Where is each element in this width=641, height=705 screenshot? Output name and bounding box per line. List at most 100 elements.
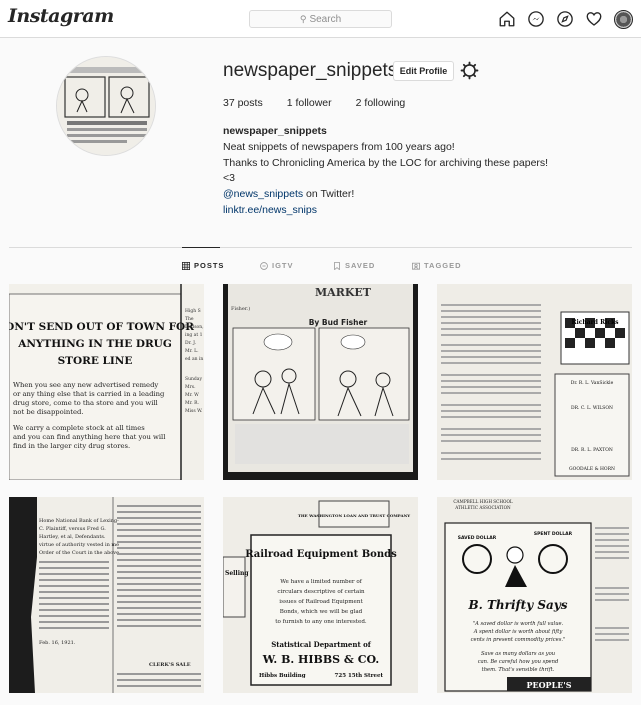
comic-byline: By Bud Fisher — [309, 318, 368, 327]
ad-body: find in the larger city drug stores. — [13, 442, 130, 450]
post-thumbnail-legal-notice[interactable]: Home National Bank of Lexing- C. Plainti… — [9, 497, 204, 693]
post-thumbnail-drug-store-ad[interactable]: DON'T SEND OUT OF TOWN FOR ANYTHING IN T… — [9, 284, 204, 480]
comic-caption: Fisher.) — [231, 305, 250, 312]
ad-body: We carry a complete stock at all times — [13, 424, 145, 432]
column-text: Mr. R. — [185, 400, 200, 406]
profile-stats: 37 posts 1 follower 2 following — [223, 97, 429, 109]
card-name: DR. R. L. PAXTON — [571, 447, 613, 453]
card-name: DR. C. L. WILSON — [571, 405, 613, 411]
twitter-handle-link[interactable]: @news_snippets — [223, 188, 303, 200]
tab-label: POSTS — [194, 261, 225, 270]
column-text: Mr. W — [185, 392, 199, 398]
search-input[interactable]: ⚲ Search — [249, 10, 392, 28]
card-title: Richard Ricks — [571, 319, 619, 326]
search-placeholder: Search — [309, 13, 342, 25]
bond-company: W. B. HIBBS & CO. — [262, 653, 379, 666]
nav-icons — [498, 10, 633, 29]
ad-body: drug store, come to tha store and you wi… — [13, 399, 158, 407]
bio-line: <3 — [223, 172, 235, 185]
bond-body: issues of Railroad Equipment — [279, 599, 363, 605]
followers-count[interactable]: 1 follower — [287, 97, 332, 109]
heart-icon[interactable] — [585, 10, 603, 28]
bio-line: Neat snippets of newspapers from 100 yea… — [223, 140, 455, 153]
tabs-divider — [9, 247, 632, 248]
profile-picture[interactable] — [56, 56, 156, 156]
notice-line: Home National Bank of Lexing- — [39, 518, 119, 524]
post-thumbnail-railroad-bonds[interactable]: THE WASHINGTON LOAN AND TRUST COMPANY Se… — [223, 497, 418, 693]
search-icon: ⚲ — [299, 13, 307, 24]
profile-bio: newspaper_snippets Neat snippets of news… — [223, 124, 603, 219]
notice-line: Order of the Court in the above — [39, 550, 119, 556]
thrifty-title: B. Thrifty Says — [467, 598, 567, 612]
column-text: ed an in — [185, 356, 203, 362]
thrifty-body: Save as many dollars as you — [481, 651, 555, 657]
tagged-icon — [412, 262, 420, 270]
bond-body: circulars descriptive of certain — [277, 589, 365, 595]
thrifty-body: them. That's sensible thrift. — [482, 667, 555, 673]
bank-banner: THE WASHINGTON LOAN AND TRUST COMPANY — [298, 513, 410, 518]
ad-body: When you see any new advertised remedy — [13, 381, 158, 389]
ad-headline: DON'T SEND OUT OF TOWN FOR — [9, 321, 194, 333]
profile-avatar[interactable] — [614, 10, 633, 29]
spent-dollar-label: SPENT DOLLAR — [534, 531, 573, 537]
instagram-logo[interactable]: Instagram — [8, 5, 114, 27]
tab-saved[interactable]: SAVED — [333, 261, 375, 270]
twitter-suffix: on Twitter! — [303, 188, 355, 201]
profile-website-link[interactable]: linktr.ee/news_snips — [223, 204, 317, 216]
bond-body: Bonds, which we will be glad — [280, 609, 363, 615]
messenger-icon[interactable] — [527, 10, 545, 28]
following-count[interactable]: 2 following — [356, 97, 406, 109]
column-text: High S — [185, 308, 201, 314]
profile-username: newspaper_snippets — [223, 60, 398, 81]
column-text: ing at 1 — [185, 332, 203, 338]
home-icon[interactable] — [498, 10, 516, 28]
active-tab-indicator — [182, 247, 220, 248]
post-thumbnail-business-cards[interactable]: Richard Ricks Dr. R. L. VanSickle DR. C.… — [437, 284, 632, 480]
notice-line: Feb. 16, 1921. — [39, 640, 76, 646]
side-ad-text: Selling — [225, 570, 249, 577]
peoples-footer: PEOPLE'S — [526, 680, 571, 690]
athletic-heading: CAMPBELL HIGH SCHOOL — [453, 499, 513, 504]
settings-gear-icon[interactable] — [460, 61, 479, 80]
explore-icon[interactable] — [556, 10, 574, 28]
column-text: Dr. J. — [185, 340, 197, 346]
comic-masthead: MARKET — [315, 286, 372, 299]
ad-body: not be disappointed. — [13, 408, 84, 416]
column-text: The — [185, 316, 194, 322]
bio-twitter-line: @news_snippets on Twitter! — [223, 187, 603, 203]
tab-label: TAGGED — [424, 261, 462, 270]
tab-label: IGTV — [272, 261, 294, 270]
bookmark-icon — [334, 261, 340, 270]
post-thumbnail-thrifty-ad[interactable]: CAMPBELL HIGH SCHOOL ATHLETIC ASSOCIATIO… — [437, 497, 632, 693]
tab-tagged[interactable]: TAGGED — [412, 261, 462, 270]
igtv-icon — [260, 261, 268, 270]
notice-line: Hartley, et al, Defendants. — [39, 534, 106, 540]
thrifty-body: "A saved dollar is worth full value. — [473, 621, 564, 627]
bond-dept: Statistical Department of — [271, 640, 372, 649]
bond-body: to furnish to any one interested. — [275, 619, 367, 625]
ad-body: and you can find anything here that you … — [13, 433, 165, 441]
top-navigation-bar: Instagram ⚲ Search — [0, 0, 641, 38]
column-text: Sunday — [185, 376, 202, 382]
bio-name: newspaper_snippets — [223, 125, 327, 137]
edit-profile-button[interactable]: Edit Profile — [393, 61, 454, 81]
posts-count: 37 posts — [223, 97, 263, 109]
tab-igtv[interactable]: IGTV — [260, 261, 294, 270]
tab-posts[interactable]: POSTS — [182, 261, 224, 270]
column-text: Mr. L. — [185, 348, 199, 354]
column-text: Mrs. — [185, 384, 196, 390]
ad-headline: ANYTHING IN THE DRUG — [17, 338, 172, 350]
notice-line: C. Plaintiff, versus Fred G. — [39, 526, 106, 532]
bond-title: Railroad Equipment Bonds — [245, 549, 397, 560]
bond-address: 725 15th Street — [335, 673, 384, 679]
bio-line: Thanks to Chronicling America by the LOC… — [223, 156, 549, 169]
thrifty-body: cents in present commodity prices." — [471, 637, 566, 643]
athletic-heading: ATHLETIC ASSOCIATION — [454, 505, 511, 510]
notice-line: virtue of authority vested in me — [38, 542, 119, 548]
grid-icon — [182, 261, 190, 270]
card-name: GOODALE & HORN — [569, 466, 615, 472]
card-name: Dr. R. L. VanSickle — [571, 380, 614, 386]
ad-headline: STORE LINE — [58, 355, 133, 367]
post-thumbnail-comic-strip[interactable]: MARKET By Bud Fisher Fisher.) — [223, 284, 418, 480]
thrifty-body: can. Be careful how you spend — [478, 659, 559, 665]
